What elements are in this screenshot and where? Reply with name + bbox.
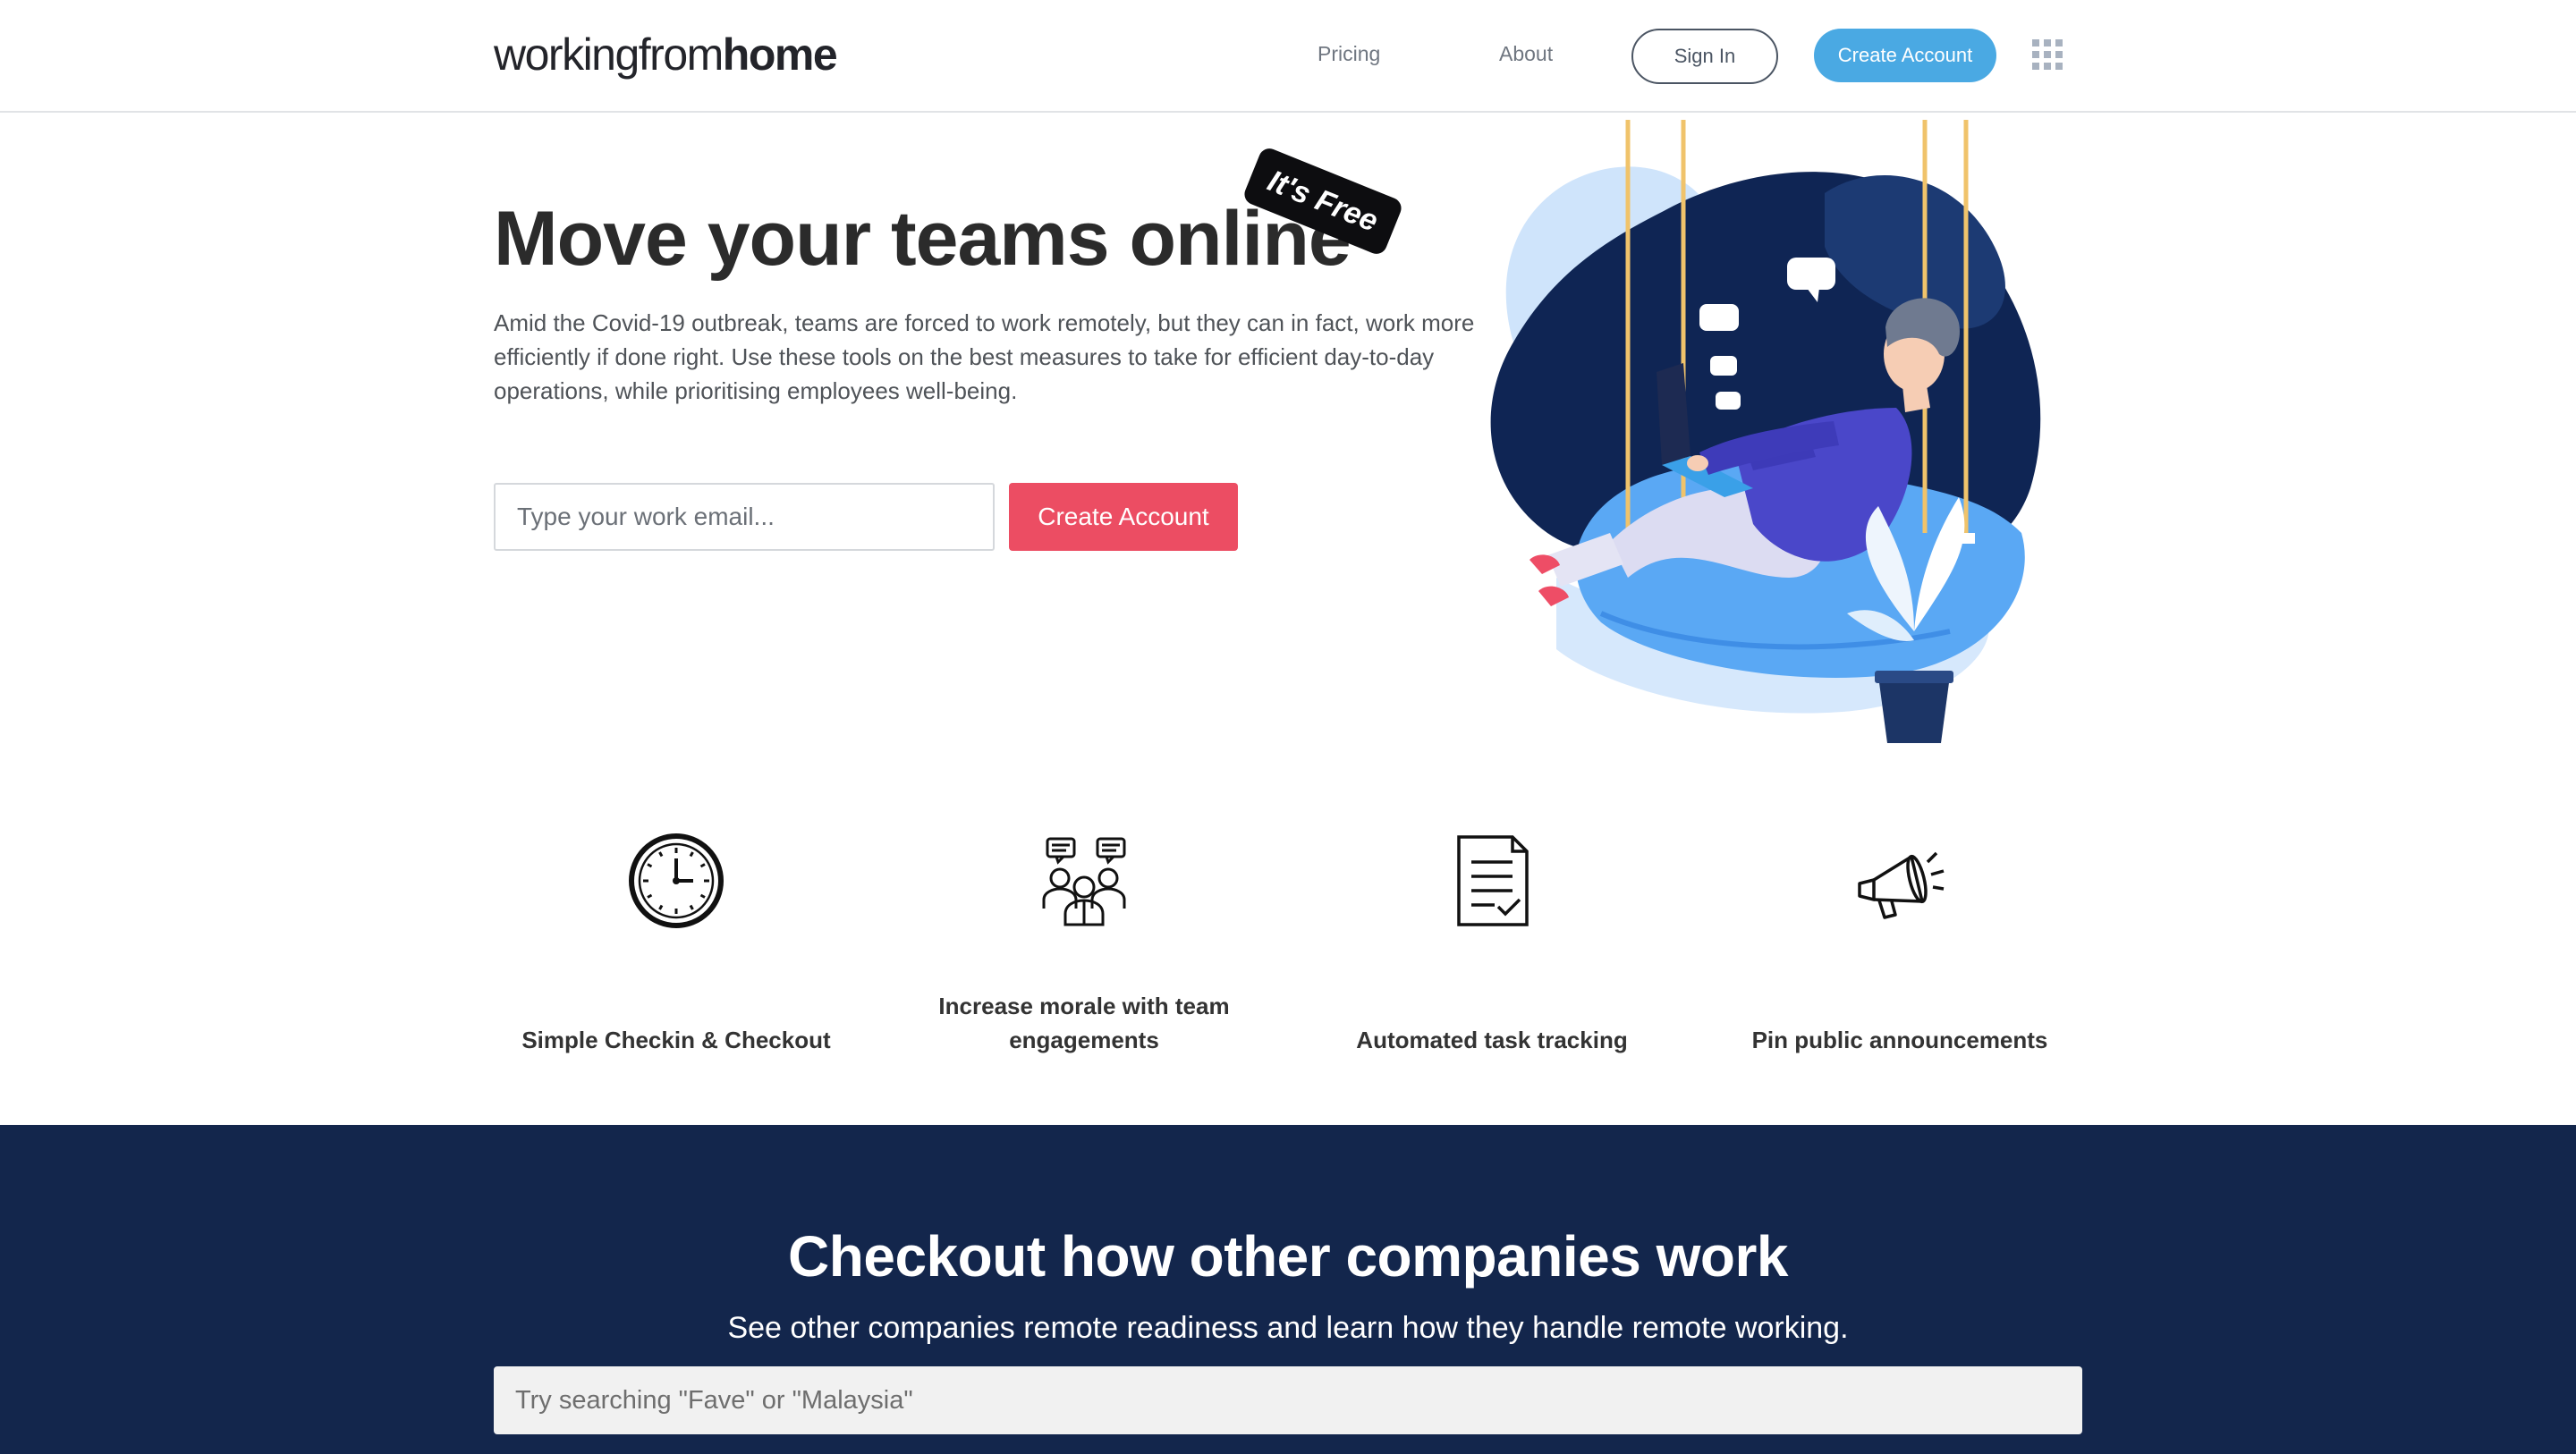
document-check-icon — [1457, 835, 1529, 926]
nav-link-about[interactable]: About — [1499, 42, 1553, 66]
logo-text-light: workingfrom — [494, 30, 724, 80]
feature-label-task-tracking: Automated task tracking — [1356, 1027, 1628, 1053]
feature-announcements: Pin public announcements — [1696, 832, 2104, 1053]
megaphone-icon — [1858, 851, 1945, 919]
header-create-account-button[interactable]: Create Account — [1814, 29, 1996, 82]
site-header: workingfromhome Pricing About Sign In Cr… — [0, 0, 2576, 113]
companies-subtitle: See other companies remote readiness and… — [727, 1311, 1849, 1345]
hero-description: Amid the Covid-19 outbreak, teams are fo… — [494, 309, 1475, 404]
site-logo[interactable]: workingfromhome — [494, 29, 838, 80]
work-email-input[interactable] — [494, 483, 995, 551]
sign-in-button[interactable]: Sign In — [1631, 29, 1778, 84]
feature-engagement: Increase morale with team engagements — [880, 832, 1288, 1053]
logo-text-bold: home — [722, 30, 838, 80]
companies-title: Checkout how other companies work — [788, 1224, 1788, 1289]
plant-pot — [1878, 676, 1950, 743]
feature-task-tracking: Automated task tracking — [1288, 832, 1696, 1053]
company-search-input[interactable] — [494, 1366, 2082, 1434]
nav-link-pricing[interactable]: Pricing — [1318, 42, 1380, 66]
feature-checkin: Simple Checkin & Checkout — [472, 832, 880, 1053]
feature-label-engagement: Increase morale with team engagements — [938, 993, 1230, 1053]
companies-section: Checkout how other companies work See ot… — [0, 1125, 2576, 1454]
hero-illustration — [1490, 120, 2041, 743]
hero-create-account-button[interactable]: Create Account — [1009, 483, 1238, 551]
clock-icon — [629, 833, 724, 928]
feature-label-announcements: Pin public announcements — [1751, 1027, 2048, 1053]
hero-title: Move your teams online — [494, 196, 1352, 282]
apps-grid-icon[interactable] — [2032, 39, 2063, 70]
feature-label-checkin: Simple Checkin & Checkout — [521, 1027, 831, 1053]
team-chat-icon — [1042, 837, 1126, 926]
